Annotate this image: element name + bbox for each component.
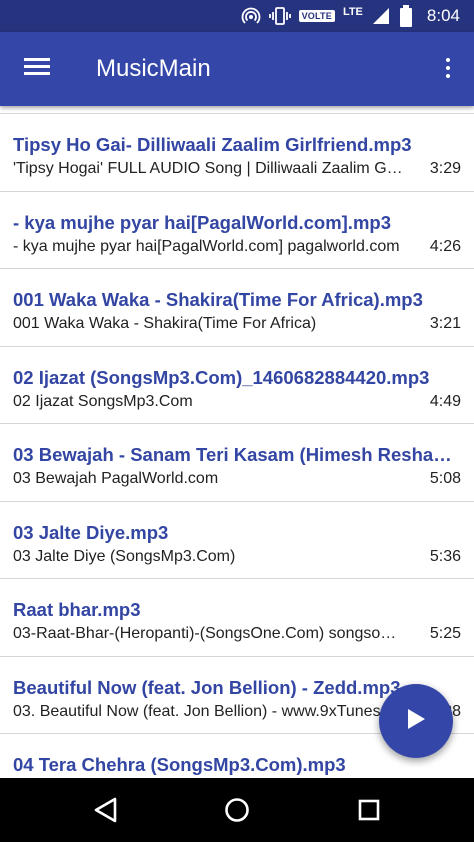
- status-bar: VOLTE LTE 8:04: [0, 0, 474, 32]
- hamburger-menu-icon[interactable]: [20, 54, 54, 84]
- song-subtitle: 03-Raat-Bhar-(Heropanti)-(SongsOne.Com) …: [13, 625, 405, 642]
- song-duration: 4:26: [429, 237, 461, 255]
- song-subtitle: - kya mujhe pyar hai[PagalWorld.com] pag…: [13, 237, 400, 255]
- song-list[interactable]: Tipsy Ho Gai- Dilliwaali Zaalim Girlfrie…: [0, 106, 474, 778]
- song-row[interactable]: Tipsy Ho Gai- Dilliwaali Zaalim Girlfrie…: [0, 114, 474, 192]
- song-title: 04 Tera Chehra (SongsMp3.Com).mp3: [13, 754, 346, 775]
- song-subtitle: 'Tipsy Hogai' FULL AUDIO Song | Dilliwaa…: [13, 160, 405, 177]
- song-row[interactable]: 001 Waka Waka - Shakira(Time For Africa)…: [0, 269, 474, 347]
- song-duration: 5:36: [429, 547, 461, 565]
- song-title: - kya mujhe pyar hai[PagalWorld.com].mp3: [13, 211, 391, 233]
- song-subtitle: 02 Ijazat SongsMp3.Com: [13, 392, 193, 410]
- hotspot-icon: [241, 6, 261, 26]
- song-title: 001 Waka Waka - Shakira(Time For Africa)…: [13, 289, 423, 310]
- app-bar: MusicMain: [0, 32, 474, 106]
- song-subtitle: 001 Waka Waka - Shakira(Time For Africa): [13, 315, 317, 332]
- app-title: MusicMain: [96, 55, 211, 82]
- signal-icon: [371, 6, 391, 26]
- song-row[interactable]: Raat bhar.mp3 03-Raat-Bhar-(Heropanti)-(…: [0, 579, 474, 657]
- battery-icon: [399, 5, 413, 27]
- home-icon[interactable]: [219, 792, 255, 828]
- song-title: 02 Ijazat (SongsMp3.Com)_1460682884420.m…: [13, 366, 430, 388]
- volte-badge: VOLTE: [298, 10, 335, 22]
- navigation-bar: [0, 778, 474, 842]
- song-subtitle: 03. Beautiful Now (feat. Jon Bellion) - …: [13, 702, 405, 720]
- song-row[interactable]: - kya mujhe pyar hai[PagalWorld.com].mp3…: [0, 192, 474, 269]
- song-title: Tipsy Ho Gai- Dilliwaali Zaalim Girlfrie…: [13, 134, 412, 155]
- play-icon: [406, 708, 426, 735]
- song-title: 03 Jalte Diye.mp3: [13, 521, 169, 543]
- song-row[interactable]: 03 Jalte Diye.mp3 03 Jalte Diye (SongsMp…: [0, 502, 474, 579]
- song-duration: 5:08: [429, 470, 461, 487]
- list-top-gap: [0, 106, 474, 114]
- song-duration: 3:21: [429, 315, 461, 332]
- network-type-label: LTE: [342, 5, 363, 18]
- song-title: Raat bhar.mp3: [13, 599, 141, 620]
- play-fab-button[interactable]: [379, 684, 453, 758]
- recents-icon[interactable]: [351, 792, 387, 828]
- song-duration: 4:49: [429, 392, 461, 410]
- song-subtitle: 03 Bewajah PagalWorld.com: [13, 470, 219, 487]
- song-row[interactable]: 03 Bewajah - Sanam Teri Kasam (Himesh Re…: [0, 424, 474, 502]
- more-vert-icon[interactable]: [438, 54, 458, 84]
- vibrate-icon: [268, 6, 291, 26]
- status-clock: 8:04: [426, 6, 460, 25]
- song-title: 03 Bewajah - Sanam Teri Kasam (Himesh Re…: [13, 444, 461, 465]
- song-duration: 5:25: [429, 625, 461, 642]
- song-subtitle: 03 Jalte Diye (SongsMp3.Com): [13, 547, 236, 565]
- back-icon[interactable]: [88, 792, 124, 828]
- song-duration: 3:29: [429, 160, 461, 177]
- song-row[interactable]: 02 Ijazat (SongsMp3.Com)_1460682884420.m…: [0, 347, 474, 424]
